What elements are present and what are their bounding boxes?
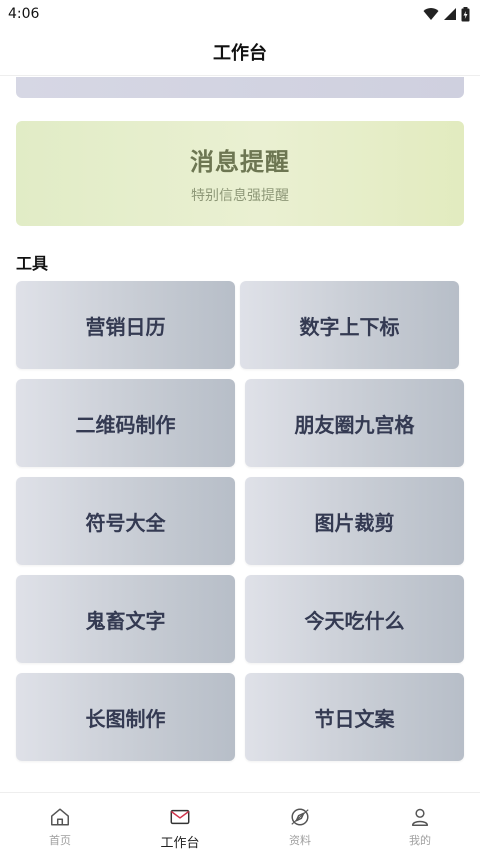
bottom-tab-bar: 首页 工作台 资料 我的 (0, 792, 480, 853)
message-card-subtitle: 特别信息强提醒 (191, 188, 289, 204)
battery-icon (461, 6, 470, 21)
tools-section-title: 工具 (16, 254, 49, 273)
tool-image-crop[interactable]: 图片裁剪 (245, 477, 464, 565)
tool-glitch-text[interactable]: 鬼畜文字 (16, 575, 235, 663)
tab-home[interactable]: 首页 (0, 793, 120, 853)
status-bar: 4:06 (0, 0, 480, 28)
tool-nine-grid[interactable]: 朋友圈九宫格 (245, 379, 464, 467)
tab-profile[interactable]: 我的 (360, 793, 480, 853)
user-icon (411, 808, 429, 826)
tool-label: 营销日历 (85, 314, 166, 339)
message-card-title: 消息提醒 (190, 148, 290, 176)
tab-label: 工作台 (160, 836, 200, 851)
tool-label: 图片裁剪 (314, 510, 395, 535)
tool-what-to-eat[interactable]: 今天吃什么 (245, 575, 464, 663)
tool-label: 鬼畜文字 (85, 608, 166, 633)
message-reminder-card[interactable]: 消息提醒 特别信息强提醒 (16, 121, 464, 226)
tab-label: 我的 (409, 834, 431, 847)
tool-qrcode-maker[interactable]: 二维码制作 (16, 379, 235, 467)
mail-icon (170, 809, 190, 825)
tool-holiday-copy[interactable]: 节日文案 (245, 673, 464, 761)
tool-label: 节日文案 (314, 706, 395, 731)
tab-label: 首页 (49, 834, 71, 847)
tool-symbols[interactable]: 符号大全 (16, 477, 235, 565)
status-time: 4:06 (8, 6, 40, 22)
home-icon (51, 808, 69, 826)
top-banner-card[interactable] (16, 77, 464, 98)
wifi-icon (423, 8, 439, 20)
tool-label: 二维码制作 (75, 412, 176, 437)
tool-label: 今天吃什么 (304, 608, 405, 633)
cell-signal-icon (444, 8, 456, 20)
tool-marketing-calendar[interactable]: 营销日历 (16, 281, 235, 369)
page-header: 工作台 (0, 28, 480, 76)
tab-workspace[interactable]: 工作台 (120, 793, 240, 853)
tool-sub-superscript[interactable]: 数字上下标 (240, 281, 459, 369)
tool-label: 数字上下标 (299, 314, 400, 339)
tab-label: 资料 (289, 834, 311, 847)
tool-label: 长图制作 (85, 706, 166, 731)
page-title: 工作台 (213, 42, 267, 64)
tool-long-image[interactable]: 长图制作 (16, 673, 235, 761)
tool-label: 符号大全 (85, 510, 166, 535)
workspace-content[interactable]: 消息提醒 特别信息强提醒 工具 营销日历 数字上下标 二维码制作 朋友圈九宫格 … (0, 77, 480, 792)
compass-icon (291, 808, 309, 826)
tab-resources[interactable]: 资料 (240, 793, 360, 853)
tool-label: 朋友圈九宫格 (294, 412, 415, 437)
status-icons (423, 6, 470, 22)
